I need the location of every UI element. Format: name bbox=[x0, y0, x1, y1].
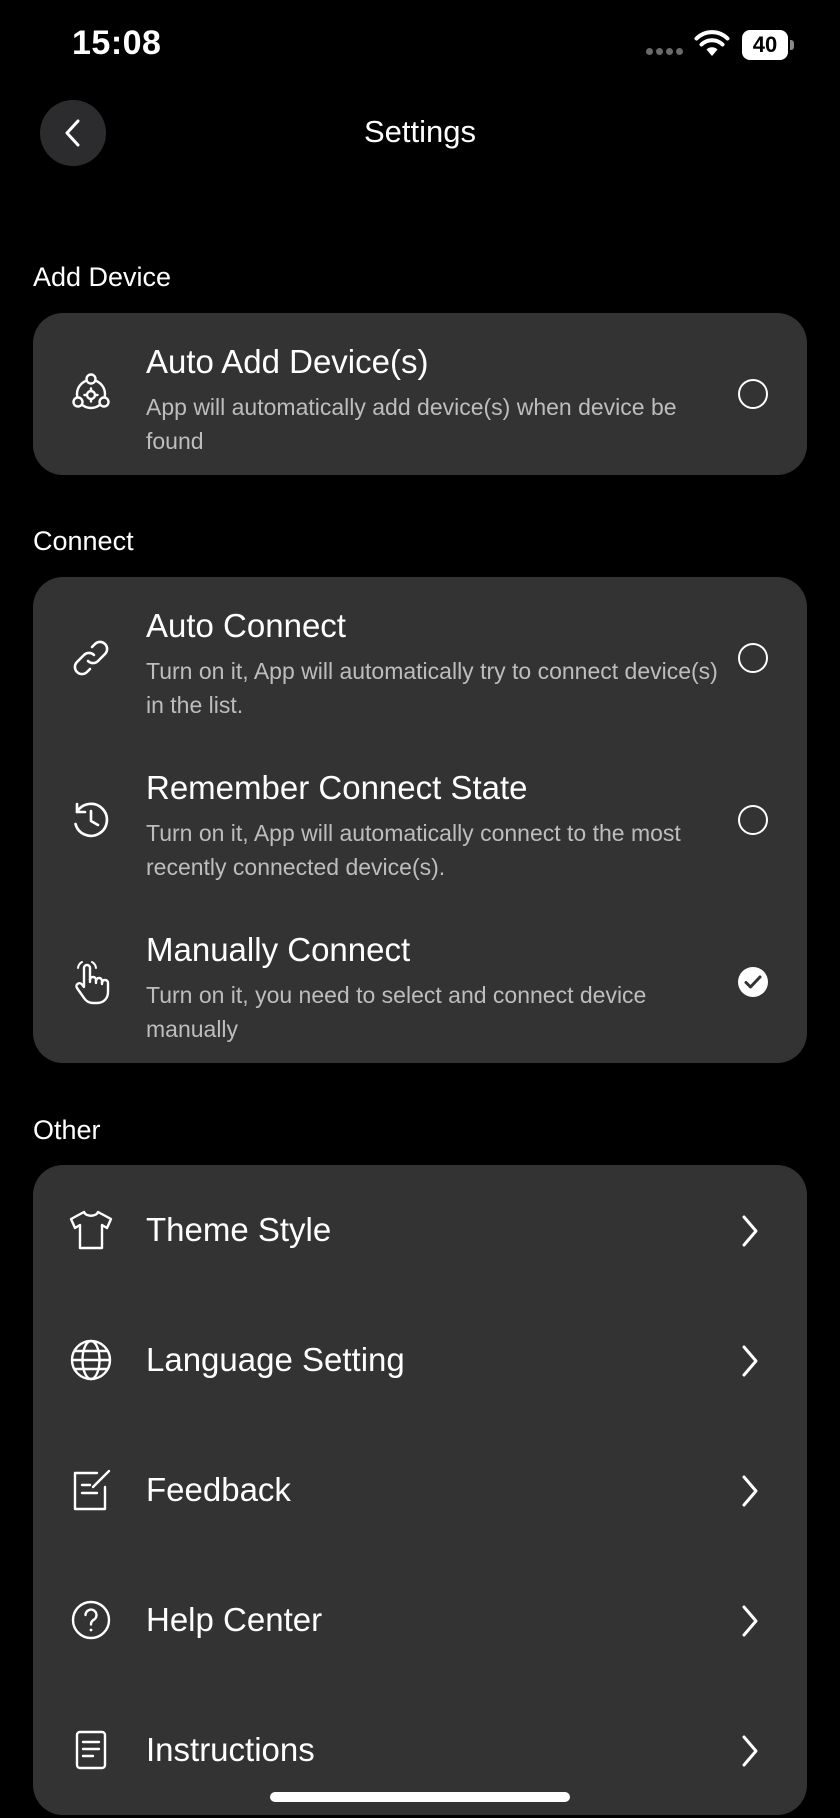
menu-item-language-setting[interactable]: Language Setting bbox=[33, 1295, 807, 1425]
menu-item-label: Language Setting bbox=[146, 1341, 405, 1378]
chevron-right-icon bbox=[742, 1735, 758, 1767]
chevron-right-icon bbox=[742, 1605, 758, 1637]
section-heading-other: Other bbox=[33, 1115, 101, 1145]
setting-description: Turn on it, App will automatically conne… bbox=[146, 820, 681, 880]
menu-item-feedback[interactable]: Feedback bbox=[33, 1425, 807, 1555]
setting-row-auto-connect[interactable]: Auto Connect Turn on it, App will automa… bbox=[33, 577, 807, 739]
connect-card: Auto Connect Turn on it, App will automa… bbox=[33, 577, 807, 1063]
chevron-right-icon bbox=[742, 1215, 758, 1247]
setting-title: Manually Connect bbox=[146, 931, 411, 968]
setting-description: App will automatically add device(s) whe… bbox=[146, 394, 677, 454]
setting-description: Turn on it, App will automatically try t… bbox=[146, 658, 718, 718]
chevron-right-icon bbox=[742, 1345, 758, 1377]
status-bar: 15:08 40 bbox=[0, 0, 840, 92]
battery-icon: 40 bbox=[742, 30, 794, 60]
setting-title: Remember Connect State bbox=[146, 769, 528, 806]
setting-title: Auto Add Device(s) bbox=[146, 343, 429, 380]
add-device-card: Auto Add Device(s) App will automaticall… bbox=[33, 313, 807, 475]
section-heading-connect: Connect bbox=[33, 526, 134, 556]
feedback-edit-icon bbox=[63, 1462, 119, 1518]
navigation-bar: Settings bbox=[0, 92, 840, 178]
radio-remember-connect-state[interactable] bbox=[738, 805, 768, 835]
globe-icon bbox=[63, 1332, 119, 1388]
section-heading-add-device: Add Device bbox=[33, 262, 172, 292]
other-card: Theme Style Language Setting Feedback He… bbox=[33, 1165, 807, 1815]
page-title: Settings bbox=[363, 114, 476, 149]
setting-title: Auto Connect bbox=[146, 607, 346, 644]
menu-item-label: Instructions bbox=[146, 1731, 315, 1768]
radio-manually-connect[interactable] bbox=[738, 967, 768, 997]
help-circle-icon bbox=[63, 1592, 119, 1648]
radio-auto-connect[interactable] bbox=[738, 643, 768, 673]
shirt-icon bbox=[63, 1202, 119, 1258]
link-icon bbox=[63, 630, 119, 686]
checkmark-icon bbox=[744, 975, 762, 989]
setting-row-auto-add-device[interactable]: Auto Add Device(s) App will automaticall… bbox=[33, 313, 807, 475]
home-indicator[interactable] bbox=[270, 1792, 570, 1802]
device-network-icon bbox=[63, 366, 119, 422]
history-clock-icon bbox=[63, 792, 119, 848]
signal-dots-icon bbox=[646, 48, 686, 56]
chevron-right-icon bbox=[742, 1475, 758, 1507]
battery-level: 40 bbox=[742, 30, 788, 60]
setting-row-remember-connect-state[interactable]: Remember Connect State Turn on it, App w… bbox=[33, 739, 807, 901]
document-icon bbox=[63, 1722, 119, 1778]
wifi-icon bbox=[694, 30, 730, 56]
setting-row-manually-connect[interactable]: Manually Connect Turn on it, you need to… bbox=[33, 901, 807, 1063]
hand-pointer-icon bbox=[63, 954, 119, 1010]
menu-item-label: Help Center bbox=[146, 1601, 323, 1638]
setting-description: Turn on it, you need to select and conne… bbox=[146, 982, 647, 1042]
status-time: 15:08 bbox=[72, 24, 162, 62]
radio-auto-add-device[interactable] bbox=[738, 379, 768, 409]
menu-item-theme-style[interactable]: Theme Style bbox=[33, 1165, 807, 1295]
menu-item-label: Theme Style bbox=[146, 1211, 332, 1248]
menu-item-label: Feedback bbox=[146, 1471, 291, 1508]
menu-item-help-center[interactable]: Help Center bbox=[33, 1555, 807, 1685]
